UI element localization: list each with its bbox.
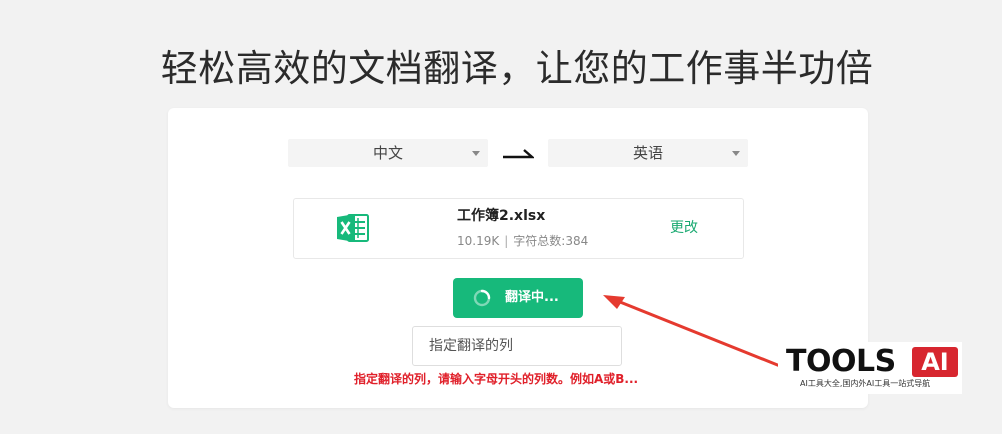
page-headline: 轻松高效的文档翻译，让您的工作事半功倍 bbox=[160, 47, 874, 90]
column-hint: 指定翻译的列，请输入字母开头的列数。例如A或B... bbox=[354, 372, 639, 386]
source-language-label: 中文 bbox=[372, 144, 403, 162]
change-file-link[interactable]: 更改 bbox=[670, 218, 698, 238]
watermark-tagline: AI工具大全,国内外AI工具一站式导航 bbox=[800, 379, 931, 388]
file-size: 10.19K bbox=[457, 234, 500, 248]
file-char-count: 字符总数:384 bbox=[513, 234, 589, 248]
translate-button[interactable]: 翻译中... bbox=[453, 278, 583, 318]
translate-button-label: 翻译中... bbox=[505, 290, 559, 305]
loading-spinner-icon bbox=[473, 289, 491, 307]
watermark-logo: TOOLS AI AI工具大全,国内外AI工具一站式导航 bbox=[778, 342, 962, 394]
excel-icon bbox=[337, 214, 369, 242]
file-meta: 10.19K | 字符总数:384 bbox=[457, 232, 588, 250]
column-input[interactable] bbox=[412, 326, 622, 366]
watermark-badge: AI bbox=[912, 347, 958, 377]
chevron-down-icon bbox=[472, 151, 480, 156]
target-language-select[interactable]: 英语 bbox=[548, 139, 748, 167]
file-name: 工作簿2.xlsx bbox=[457, 208, 546, 224]
arrow-right-icon bbox=[503, 149, 534, 159]
watermark-brand: TOOLS bbox=[786, 344, 896, 379]
meta-separator: | bbox=[504, 234, 509, 248]
chevron-down-icon bbox=[732, 151, 740, 156]
target-language-label: 英语 bbox=[632, 144, 663, 162]
source-language-select[interactable]: 中文 bbox=[288, 139, 488, 167]
annotation-arrow bbox=[603, 295, 781, 368]
